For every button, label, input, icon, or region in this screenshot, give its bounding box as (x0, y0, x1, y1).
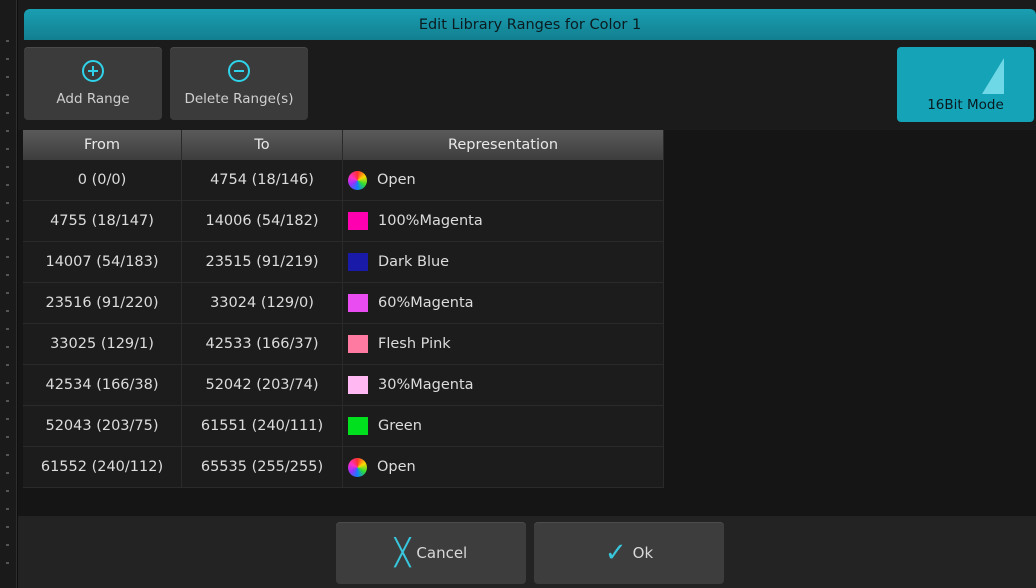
color-swatch (348, 335, 368, 353)
column-header-to[interactable]: To (181, 130, 343, 160)
left-edge-strip (0, 0, 17, 588)
table-row[interactable]: 33025 (129/1) 42533 (166/37) Flesh Pink (23, 323, 664, 365)
from-cell[interactable]: 61552 (240/112) (23, 446, 182, 488)
representation-cell[interactable]: Open (342, 446, 664, 488)
ranges-table-area: From To Representation 0 (0/0) 4754 (18/… (18, 130, 1036, 516)
from-cell[interactable]: 42534 (166/38) (23, 364, 182, 406)
from-cell[interactable]: 52043 (203/75) (23, 405, 182, 447)
to-cell[interactable]: 33024 (129/0) (181, 282, 343, 324)
representation-label: Green (378, 418, 422, 434)
delete-ranges-label: Delete Range(s) (184, 91, 294, 107)
add-range-button[interactable]: Add Range (24, 47, 162, 120)
column-header-representation[interactable]: Representation (342, 130, 664, 160)
ok-button[interactable]: ✓ Ok (534, 522, 724, 584)
representation-cell[interactable]: Dark Blue (342, 241, 664, 283)
table-row[interactable]: 42534 (166/38) 52042 (203/74) 30%Magenta (23, 364, 664, 406)
representation-label: Open (377, 459, 416, 475)
minus-circle-icon (228, 60, 250, 82)
to-cell[interactable]: 65535 (255/255) (181, 446, 343, 488)
toolbar: Add Range Delete Range(s) 16Bit Mode (18, 44, 1036, 128)
16bit-mode-button[interactable]: 16Bit Mode (897, 47, 1034, 122)
color-swatch (348, 212, 368, 230)
table-row[interactable]: 61552 (240/112) 65535 (255/255) Open (23, 446, 664, 488)
color-swatch (348, 417, 368, 435)
representation-label: 60%Magenta (378, 295, 474, 311)
to-cell[interactable]: 14006 (54/182) (181, 200, 343, 242)
table-row[interactable]: 4755 (18/147) 14006 (54/182) 100%Magenta (23, 200, 664, 242)
from-cell[interactable]: 23516 (91/220) (23, 282, 182, 324)
from-cell[interactable]: 14007 (54/183) (23, 241, 182, 283)
representation-cell[interactable]: 30%Magenta (342, 364, 664, 406)
color-wheel-icon (348, 170, 367, 190)
color-swatch (348, 376, 368, 394)
to-cell[interactable]: 52042 (203/74) (181, 364, 343, 406)
color-wheel-icon (348, 457, 367, 477)
representation-cell[interactable]: 60%Magenta (342, 282, 664, 324)
color-swatch (348, 294, 368, 312)
representation-label: Dark Blue (378, 254, 450, 270)
color-swatch (348, 253, 368, 271)
dialog-title: Edit Library Ranges for Color 1 (24, 9, 1036, 40)
wedge-icon (982, 58, 1004, 94)
to-cell[interactable]: 42533 (166/37) (181, 323, 343, 365)
from-cell[interactable]: 4755 (18/147) (23, 200, 182, 242)
table-header-row: From To Representation (23, 130, 664, 160)
from-cell[interactable]: 33025 (129/1) (23, 323, 182, 365)
delete-ranges-button[interactable]: Delete Range(s) (170, 47, 308, 120)
ranges-table: From To Representation 0 (0/0) 4754 (18/… (23, 130, 664, 488)
to-cell[interactable]: 61551 (240/111) (181, 405, 343, 447)
representation-cell[interactable]: Green (342, 405, 664, 447)
representation-cell[interactable]: Flesh Pink (342, 323, 664, 365)
table-row[interactable]: 0 (0/0) 4754 (18/146) Open (23, 160, 664, 201)
cancel-label: Cancel (416, 544, 468, 562)
plus-circle-icon (82, 60, 104, 82)
ok-label: Ok (632, 544, 654, 562)
16bit-mode-label: 16Bit Mode (927, 97, 1004, 113)
from-cell[interactable]: 0 (0/0) (23, 160, 182, 201)
representation-label: Flesh Pink (378, 336, 451, 352)
checkmark-icon: ✓ (604, 538, 627, 568)
representation-cell[interactable]: Open (342, 160, 664, 201)
table-row[interactable]: 14007 (54/183) 23515 (91/219) Dark Blue (23, 241, 664, 283)
representation-label: 100%Magenta (378, 213, 483, 229)
column-header-from[interactable]: From (23, 130, 182, 160)
to-cell[interactable]: 4754 (18/146) (181, 160, 343, 201)
dialog-footer: ╳ Cancel ✓ Ok (18, 516, 1036, 588)
cancel-button[interactable]: ╳ Cancel (336, 522, 526, 584)
representation-cell[interactable]: 100%Magenta (342, 200, 664, 242)
table-row[interactable]: 23516 (91/220) 33024 (129/0) 60%Magenta (23, 282, 664, 324)
table-row[interactable]: 52043 (203/75) 61551 (240/111) Green (23, 405, 664, 447)
close-x-icon: ╳ (394, 538, 411, 568)
to-cell[interactable]: 23515 (91/219) (181, 241, 343, 283)
representation-label: Open (377, 172, 416, 188)
representation-label: 30%Magenta (378, 377, 474, 393)
add-range-label: Add Range (56, 91, 130, 107)
edit-library-ranges-dialog: Edit Library Ranges for Color 1 Add Rang… (18, 0, 1036, 588)
